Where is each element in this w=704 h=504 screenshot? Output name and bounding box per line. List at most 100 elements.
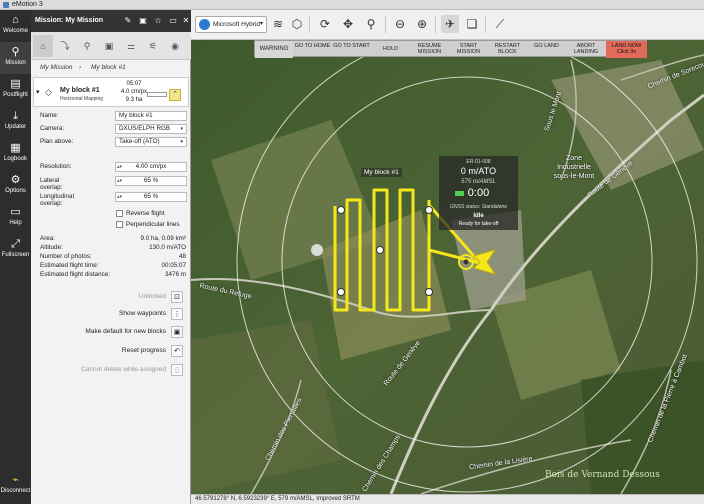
drone-amsl: 575 m/AMSL (461, 179, 496, 185)
restart-block-button[interactable]: RESTART BLOCK (488, 41, 527, 58)
folder-icon[interactable]: ▭ (168, 16, 178, 26)
trash-icon: ▯ (171, 364, 183, 376)
tab-rtk[interactable]: ◉ (165, 35, 185, 57)
app-icon (3, 2, 9, 8)
coordinates-readout: 46.5791278° N, 6.5923239° E, 579 m/AMSL,… (195, 496, 360, 502)
spinner-icon[interactable]: ▴▾ (117, 193, 122, 201)
tab-adjust[interactable]: ⚟ (143, 35, 163, 57)
edit-icon[interactable]: ✎ (123, 16, 133, 26)
3d-view-icon[interactable]: ⬡ (288, 15, 306, 33)
location-pin-icon[interactable]: ⚲ (362, 15, 380, 33)
go-to-home-button[interactable]: GO TO HOME (293, 41, 332, 58)
reset-icon: ↶ (171, 345, 183, 357)
nav-updater[interactable]: ⤓ Updater (0, 106, 31, 138)
takeoff-point (463, 259, 469, 265)
nav-welcome[interactable]: ⌂ Welcome (0, 10, 31, 42)
map-source-select[interactable]: Microsoft Hybrid ▾ (195, 16, 267, 33)
bookmark-icon[interactable]: ☆ (153, 16, 163, 26)
spinner-icon[interactable]: ▴▾ (117, 163, 122, 171)
hold-button[interactable]: HOLD (371, 41, 410, 58)
camera-select[interactable]: DXUS/ELPH RGB ▾ (115, 124, 187, 134)
drone-telemetry-panel[interactable]: ER-01-008 0 m/ATO 575 m/AMSL 0:00 GNSS s… (439, 156, 518, 230)
block-name: My block #1 (60, 87, 100, 94)
tab-home[interactable]: ⌂ (33, 35, 53, 57)
unlocked-toggle[interactable]: Unlocked ⊡ (33, 290, 188, 304)
warning-icon[interactable]: ⌃ (169, 89, 181, 101)
nav-postflight[interactable]: ▤ Postflight (0, 74, 31, 106)
waypoint-marker[interactable] (376, 246, 384, 254)
longitudinal-overlap-field[interactable]: ▴▾ 65 % (115, 192, 187, 202)
map-view[interactable]: WARNING GO TO HOME GO TO START HOLD RESU… (191, 40, 704, 494)
rotate-icon[interactable]: ⟳ (316, 15, 334, 33)
dropdown-arrow-icon: ▾ (180, 126, 183, 132)
panel-tabs: ⌂ ⤵ ⚲ ▣ ⚌ ⚟ ◉ (31, 32, 191, 60)
stat-altitude: Altitude: 130.0 m/ATO (40, 244, 186, 251)
resume-mission-button[interactable]: RESUME MISSION (410, 41, 449, 58)
reverse-flight-checkbox[interactable]: Reverse flight (116, 209, 196, 218)
drone-id: ER-01-008 (466, 159, 491, 165)
spinner-icon[interactable]: ▴▾ (117, 177, 122, 185)
mission-panel: Mission: My Mission ✎ ▣ ☆ ▭ ✕ ⌂ ⤵ ⚲ ▣ ⚌ … (31, 10, 191, 504)
lateral-overlap-row: Lateral overlap: ▴▾ 65 % (40, 176, 190, 191)
land-now-button[interactable]: LAND NOW Click 3x (606, 41, 647, 58)
waypoint-marker[interactable] (337, 206, 345, 214)
tab-landing[interactable]: ⤵ (55, 35, 75, 57)
block-summary[interactable]: ▾ ◇ My block #1 Horizontal Mapping 05:07… (33, 77, 189, 107)
document-icon: ▤ (10, 78, 21, 90)
nav-mission[interactable]: ⚲ Mission (0, 42, 31, 74)
home-marker[interactable] (311, 244, 323, 256)
resolution-field[interactable]: ▴▾ 4.00 cm/px (115, 162, 187, 172)
longitudinal-overlap-row: Longitudinal overlap: ▴▾ 65 % (40, 192, 190, 207)
go-land-button[interactable]: GO LAND (527, 41, 566, 58)
tab-camera[interactable]: ▣ (99, 35, 119, 57)
globe-icon (199, 19, 210, 30)
abort-landing-button[interactable]: ABORT LANDING (566, 41, 606, 58)
plan-above-select[interactable]: Take-off (ATO) ▾ (115, 137, 187, 147)
zoom-in-icon[interactable]: ⊕ (413, 15, 431, 33)
delete-block-button[interactable]: Cannot delete while assigned ▯ (33, 363, 188, 377)
breadcrumb-mission[interactable]: My Mission (40, 64, 73, 71)
map-toolbar: Microsoft Hybrid ▾ ≋ ⬡ ⟳ ✥ ⚲ ⊖ ⊕ ✈ ❏ ⟋ (191, 10, 704, 40)
waypoint-marker[interactable] (425, 288, 433, 296)
stat-area: Area: 9.0 ha, 0.09 km² (40, 235, 186, 242)
waypoint-marker[interactable] (337, 288, 345, 296)
go-to-start-button[interactable]: GO TO START (332, 41, 371, 58)
name-field[interactable]: My block #1 (115, 111, 187, 121)
save-icon[interactable]: ▣ (138, 16, 148, 26)
nav-options[interactable]: ⚙ Options (0, 170, 31, 202)
save-icon: ▣ (171, 326, 183, 338)
block-label: My block #1 (361, 168, 402, 177)
panel-header: Mission: My Mission ✎ ▣ ☆ ▭ ✕ (31, 10, 191, 32)
start-mission-button[interactable]: START MISSION (449, 41, 488, 58)
book-icon: ▭ (10, 206, 21, 218)
nav-fullscreen[interactable]: ⤢ Fullscreen (0, 234, 31, 266)
layers-icon[interactable]: ≋ (269, 15, 287, 33)
zoom-out-icon[interactable]: ⊖ (391, 15, 409, 33)
perpendicular-lines-checkbox[interactable]: Perpendicular lines (116, 220, 196, 229)
center-drone-icon[interactable]: ✥ (339, 15, 357, 33)
reset-progress-button[interactable]: Reset progress ↶ (33, 344, 188, 358)
title-bar: eMotion 3 (0, 0, 704, 10)
block-gsd: 4.0 cm/px (120, 89, 147, 95)
chevron-down-icon[interactable]: ▾ (36, 88, 40, 96)
nav-logbook[interactable]: ▦ Logbook (0, 138, 31, 170)
close-icon[interactable]: ✕ (181, 16, 191, 26)
flight-plan-icon[interactable]: ✈ (441, 15, 459, 33)
show-waypoints-button[interactable]: Show waypoints ⋮ (33, 307, 188, 321)
make-default-button[interactable]: Make default for new blocks ▣ (33, 325, 188, 339)
warning-button[interactable]: WARNING (255, 41, 293, 58)
breadcrumb-block[interactable]: My block #1 (91, 64, 126, 71)
nav-help[interactable]: ▭ Help (0, 202, 31, 234)
tab-settings[interactable]: ⚌ (121, 35, 141, 57)
plan-above-row: Plan above: Take-off (ATO) ▾ (40, 137, 190, 148)
logbook-icon: ▦ (10, 142, 21, 154)
waypoint-marker[interactable] (425, 206, 433, 214)
stat-photos: Number of photos: 48 (40, 253, 186, 260)
lateral-overlap-field[interactable]: ▴▾ 65 % (115, 176, 187, 186)
images-icon[interactable]: ❏ (463, 15, 481, 33)
drone-altitude: 0 m/ATO (460, 166, 497, 176)
ruler-icon[interactable]: ⟋ (491, 15, 509, 33)
tab-waypoint[interactable]: ⚲ (77, 35, 97, 57)
gear-icon: ⚙ (10, 174, 21, 186)
nav-disconnect[interactable]: ⌁ Disconnect (0, 470, 31, 502)
